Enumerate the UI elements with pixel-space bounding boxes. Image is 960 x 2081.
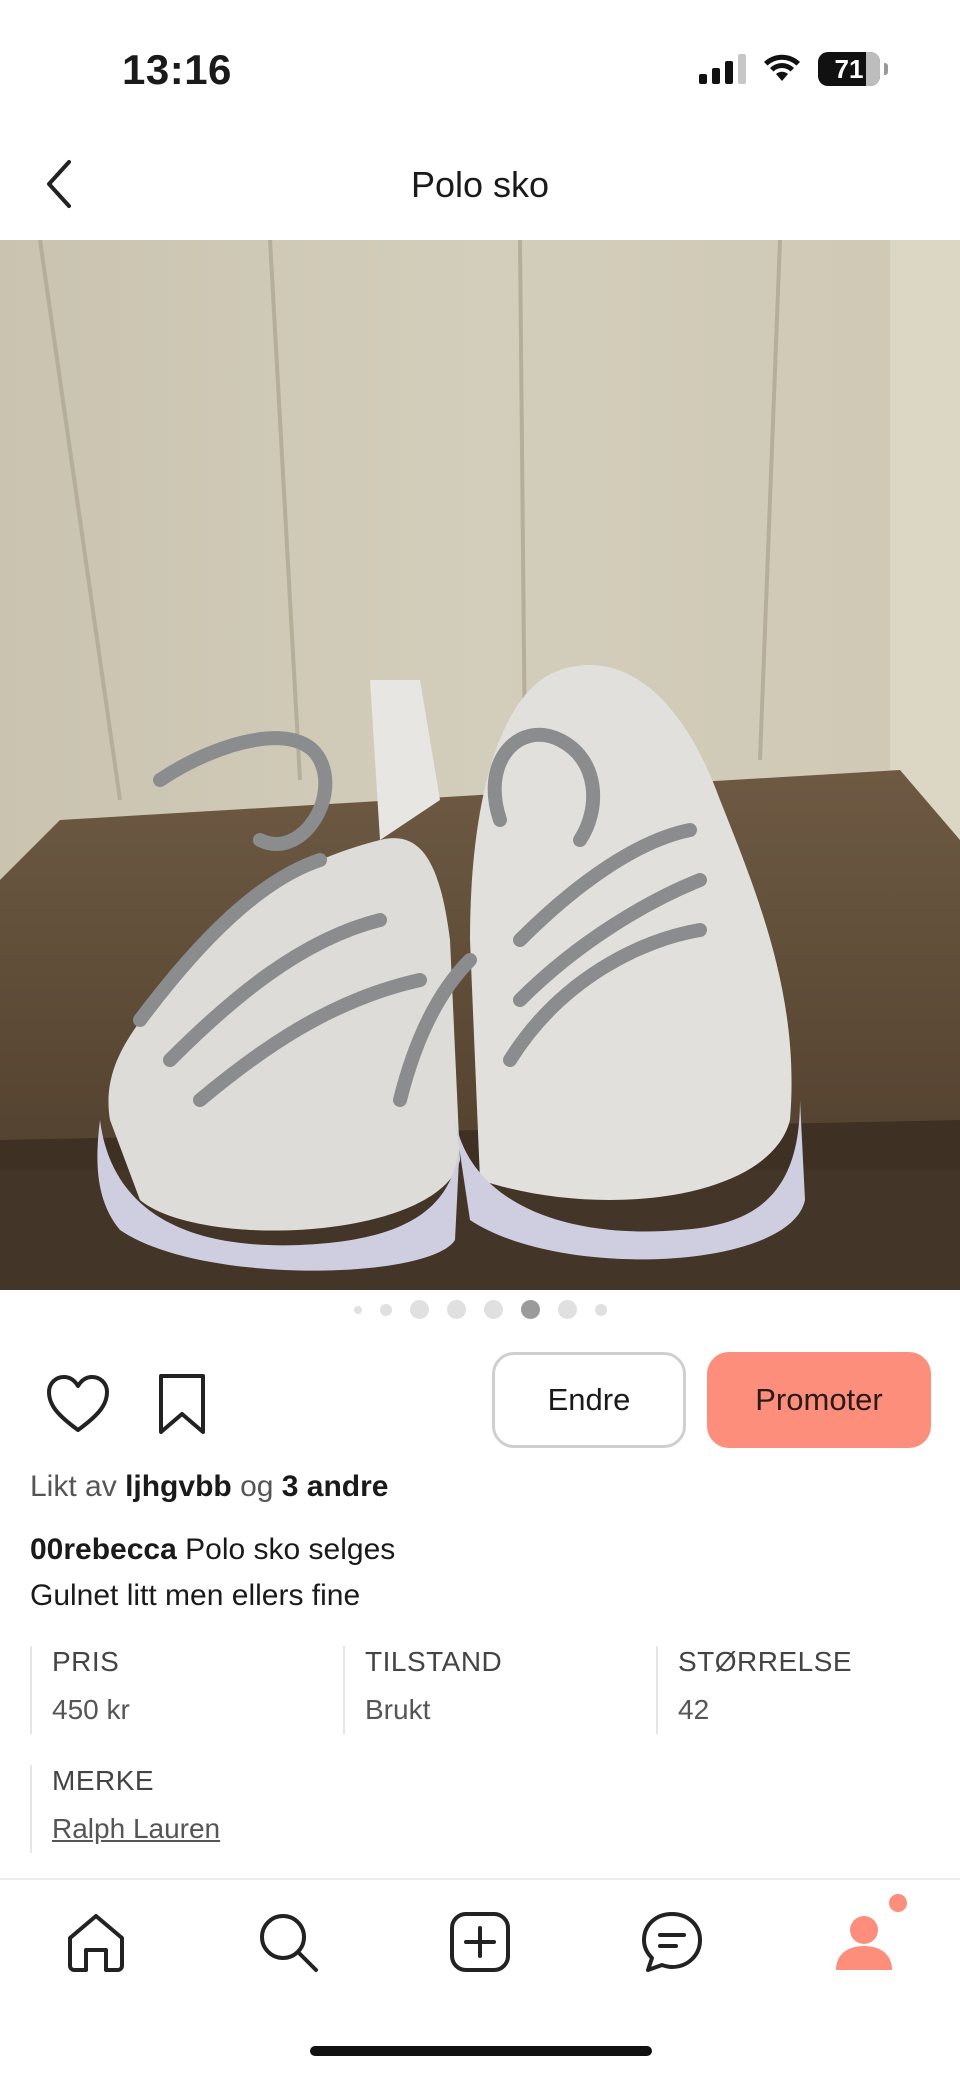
bookmark-icon	[159, 1374, 205, 1434]
cellular-signal-icon	[699, 54, 746, 84]
home-indicator	[310, 2046, 652, 2056]
messages-icon	[642, 1912, 702, 1972]
size-value: 42	[678, 1694, 710, 1725]
tab-messages[interactable]	[636, 1906, 708, 1978]
detail-size: STØRRELSE 42	[656, 1646, 852, 1734]
status-bar: 13:16 71	[0, 0, 960, 130]
pager-dot[interactable]	[379, 1303, 392, 1316]
pager-dot[interactable]	[594, 1303, 607, 1316]
seller-username[interactable]: 00rebecca	[30, 1533, 177, 1566]
battery-level: 71	[834, 53, 864, 84]
condition-label: TILSTAND	[365, 1646, 503, 1677]
pager-dot-active[interactable]	[520, 1300, 540, 1319]
photo-pager[interactable]	[0, 1300, 960, 1319]
listing-title: Polo sko selges	[185, 1533, 396, 1566]
tab-bar	[0, 1880, 960, 2000]
action-row: Endre Promoter	[0, 1352, 960, 1452]
detail-brand: MERKE Ralph Lauren	[30, 1765, 220, 1853]
likes-prefix: Likt av	[30, 1470, 117, 1503]
search-icon	[260, 1914, 318, 1972]
heart-icon	[47, 1375, 109, 1432]
detail-condition: TILSTAND Brukt	[343, 1646, 502, 1734]
add-icon	[450, 1912, 510, 1972]
price-label: PRIS	[52, 1646, 120, 1677]
home-icon	[68, 1914, 124, 1972]
detail-price: PRIS 450 kr	[30, 1646, 130, 1734]
pager-dot[interactable]	[353, 1305, 362, 1314]
listing-description: Gulnet litt men ellers fine	[30, 1579, 361, 1612]
size-label: STØRRELSE	[678, 1646, 853, 1677]
status-icons: 71	[699, 52, 888, 86]
page-title: Polo sko	[410, 164, 550, 205]
product-photo[interactable]	[0, 240, 960, 1290]
liked-by-user[interactable]: ljhgvbb	[125, 1470, 232, 1503]
brand-label: MERKE	[52, 1765, 155, 1796]
tab-home[interactable]	[60, 1906, 132, 1978]
likes-line: Likt av ljhgvbb og 3 andre	[30, 1470, 389, 1504]
brand-link[interactable]: Ralph Lauren	[52, 1813, 220, 1845]
wifi-icon	[764, 54, 800, 81]
price-value: 450 kr	[52, 1694, 130, 1725]
caption: 00rebecca Polo sko selges Gulnet litt me…	[30, 1527, 395, 1619]
status-time: 13:16	[122, 46, 232, 93]
pager-dot[interactable]	[557, 1300, 577, 1319]
profile-icon	[836, 1916, 892, 1970]
pager-dot[interactable]	[446, 1300, 466, 1319]
promote-button[interactable]: Promoter	[707, 1352, 931, 1448]
tab-profile[interactable]	[828, 1906, 900, 1978]
likes-others[interactable]: 3 andre	[282, 1470, 389, 1503]
edit-button[interactable]: Endre	[492, 1352, 686, 1448]
tab-add[interactable]	[444, 1906, 516, 1978]
like-button[interactable]	[46, 1372, 110, 1436]
nav-header: Polo sko	[0, 130, 960, 240]
condition-value: Brukt	[365, 1694, 431, 1725]
tab-search[interactable]	[252, 1906, 324, 1978]
save-button[interactable]	[150, 1372, 214, 1436]
notification-dot	[889, 1894, 907, 1912]
battery-icon: 71	[818, 52, 888, 86]
pager-dot[interactable]	[483, 1300, 503, 1319]
pager-dot[interactable]	[409, 1300, 429, 1319]
likes-joiner: og	[240, 1470, 274, 1503]
